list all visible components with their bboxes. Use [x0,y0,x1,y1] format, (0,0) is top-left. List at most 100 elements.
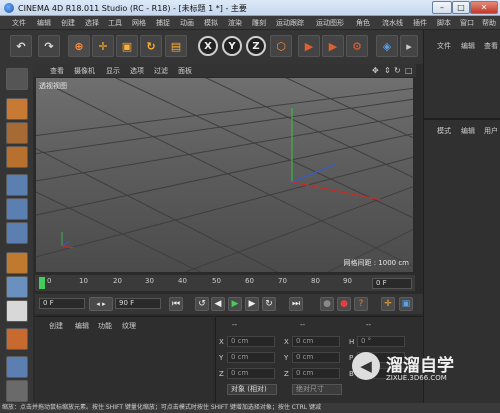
current-frame-marker[interactable] [39,277,45,289]
object-manager-tab-edit[interactable]: 编辑 [461,41,475,51]
viewport-menu-cameras[interactable]: 摄像机 [74,66,95,76]
minimize-button[interactable]: – [432,1,452,14]
move-icon[interactable]: ✛ [92,35,114,57]
live-selection-icon[interactable]: ⊕ [68,35,90,57]
texture-mode-icon[interactable] [6,122,28,144]
render-view-icon[interactable]: ▶ [298,35,320,57]
viewport-menu-view[interactable]: 查看 [50,66,64,76]
tweak-mode-icon[interactable] [6,276,28,298]
size-y-field[interactable]: 0 cm [292,352,340,363]
menu-sculpt[interactable]: 雕刻 [252,18,266,28]
grid-icon[interactable] [6,356,28,378]
pos-z-field[interactable]: 0 cm [227,368,275,379]
pos-x-field[interactable]: 0 cm [227,336,275,347]
menu-script[interactable]: 脚本 [437,18,451,28]
maximize-button[interactable]: □ [452,1,470,14]
rot-h-field[interactable]: 0 ° [357,336,405,347]
menu-create[interactable]: 创建 [61,18,75,28]
coordinate-system-icon[interactable]: ⬡ [270,35,292,57]
menu-animate[interactable]: 动画 [180,18,194,28]
frame-stepper-icon[interactable]: ◂ ▸ [89,297,113,311]
viewport-menu-display[interactable]: 显示 [106,66,120,76]
menu-mograph[interactable]: 运动图形 [316,18,344,28]
size-x-field[interactable]: 0 cm [292,336,340,347]
end-frame-field[interactable]: 90 F [115,298,161,309]
undo-icon[interactable]: ↶ [10,35,32,57]
cube-icon[interactable]: ◈ [376,35,398,57]
position-key-icon[interactable]: ✛ [381,297,395,311]
model-mode-icon[interactable] [6,98,28,120]
axis-mode-icon[interactable] [6,252,28,274]
previous-frame-icon[interactable]: ◀ [211,297,225,311]
scale-key-icon[interactable]: ▣ [399,297,413,311]
menu-help[interactable]: 帮助 [482,18,496,28]
menu-simulate[interactable]: 模拟 [204,18,218,28]
viewport-move-icon[interactable]: ✥ [372,66,379,75]
size-z-field[interactable]: 0 cm [292,368,340,379]
viewport-menu-filter[interactable]: 过滤 [154,66,168,76]
viewport-toggle-icon[interactable]: □ [405,66,413,75]
recent-tools-icon[interactable]: ▤ [165,35,187,57]
go-to-end-icon[interactable]: ⏭ [289,297,303,311]
menu-mesh[interactable]: 网格 [132,18,146,28]
attributes-tab-user[interactable]: 用户 [484,126,498,136]
viewport-zoom-icon[interactable]: ⇕ [384,66,391,75]
menu-plugins[interactable]: 插件 [413,18,427,28]
viewport-menu-panel[interactable]: 面板 [178,66,192,76]
z-axis-lock-button[interactable]: Z [246,36,266,56]
viewport-name-label[interactable]: 透视视图 [39,81,67,91]
next-key-icon[interactable]: ↻ [262,297,276,311]
lock-workplane-icon[interactable] [6,380,28,402]
menu-tools[interactable]: 工具 [108,18,122,28]
rotate-icon[interactable]: ↻ [140,35,162,57]
object-manager-tab-view[interactable]: 查看 [484,41,498,51]
menu-edit[interactable]: 编辑 [37,18,51,28]
record-active-objects-icon[interactable]: ● [320,297,334,311]
edges-mode-icon[interactable] [6,198,28,220]
autokey-icon[interactable]: ● [337,297,351,311]
material-tab-edit[interactable]: 编辑 [75,321,89,331]
y-axis-lock-button[interactable]: Y [222,36,242,56]
menu-file[interactable]: 文件 [12,18,26,28]
perspective-viewport[interactable]: 透视视图 网格间距 : 1000 cm [35,77,414,273]
attributes-tab-mode[interactable]: 模式 [437,126,451,136]
menu-character[interactable]: 角色 [356,18,370,28]
attributes-tab-edit[interactable]: 编辑 [461,126,475,136]
magnet-icon[interactable] [6,328,28,350]
make-editable-icon[interactable] [6,68,28,90]
menu-snap[interactable]: 捕捉 [156,18,170,28]
play-icon[interactable]: ▶ [228,297,242,311]
close-button[interactable]: ✕ [470,1,498,14]
timeline-ruler[interactable]: 0 10 20 30 40 50 60 70 80 90 0 F [35,275,415,291]
points-mode-icon[interactable] [6,174,28,196]
redo-icon[interactable]: ↷ [38,35,60,57]
object-manager-tab-file[interactable]: 文件 [437,41,451,51]
menu-motion-tracking[interactable]: 运动跟踪 [276,18,304,28]
more-tools-icon[interactable]: ▸ [400,35,418,57]
polygons-mode-icon[interactable] [6,222,28,244]
viewport-menu-options[interactable]: 选项 [130,66,144,76]
viewport-rotate-icon[interactable]: ↻ [394,66,401,75]
material-tab-function[interactable]: 功能 [98,321,112,331]
material-tab-texture[interactable]: 纹理 [122,321,136,331]
menu-pipeline[interactable]: 流水线 [382,18,403,28]
current-frame-field[interactable]: 0 F [372,278,412,289]
go-to-start-icon[interactable]: ⏮ [169,297,183,311]
menu-render[interactable]: 渲染 [228,18,242,28]
pos-y-field[interactable]: 0 cm [227,352,275,363]
size-mode-dropdown[interactable]: 绝对尺寸 [292,384,342,395]
render-to-picture-viewer-icon[interactable]: ▶ [322,35,344,57]
render-settings-icon[interactable]: ⚙ [346,35,368,57]
scale-icon[interactable]: ▣ [116,35,138,57]
menu-select[interactable]: 选择 [85,18,99,28]
coordinate-mode-dropdown[interactable]: 对象 (相对) [227,384,277,395]
snap-icon[interactable] [6,300,28,322]
material-tab-create[interactable]: 创建 [49,321,63,331]
menu-window[interactable]: 窗口 [460,18,474,28]
x-axis-lock-button[interactable]: X [198,36,218,56]
start-frame-field[interactable]: 0 F [39,298,85,309]
previous-key-icon[interactable]: ↺ [195,297,209,311]
keyframe-selection-icon[interactable]: ? [354,297,368,311]
workplane-mode-icon[interactable] [6,146,28,168]
next-frame-icon[interactable]: ▶ [245,297,259,311]
